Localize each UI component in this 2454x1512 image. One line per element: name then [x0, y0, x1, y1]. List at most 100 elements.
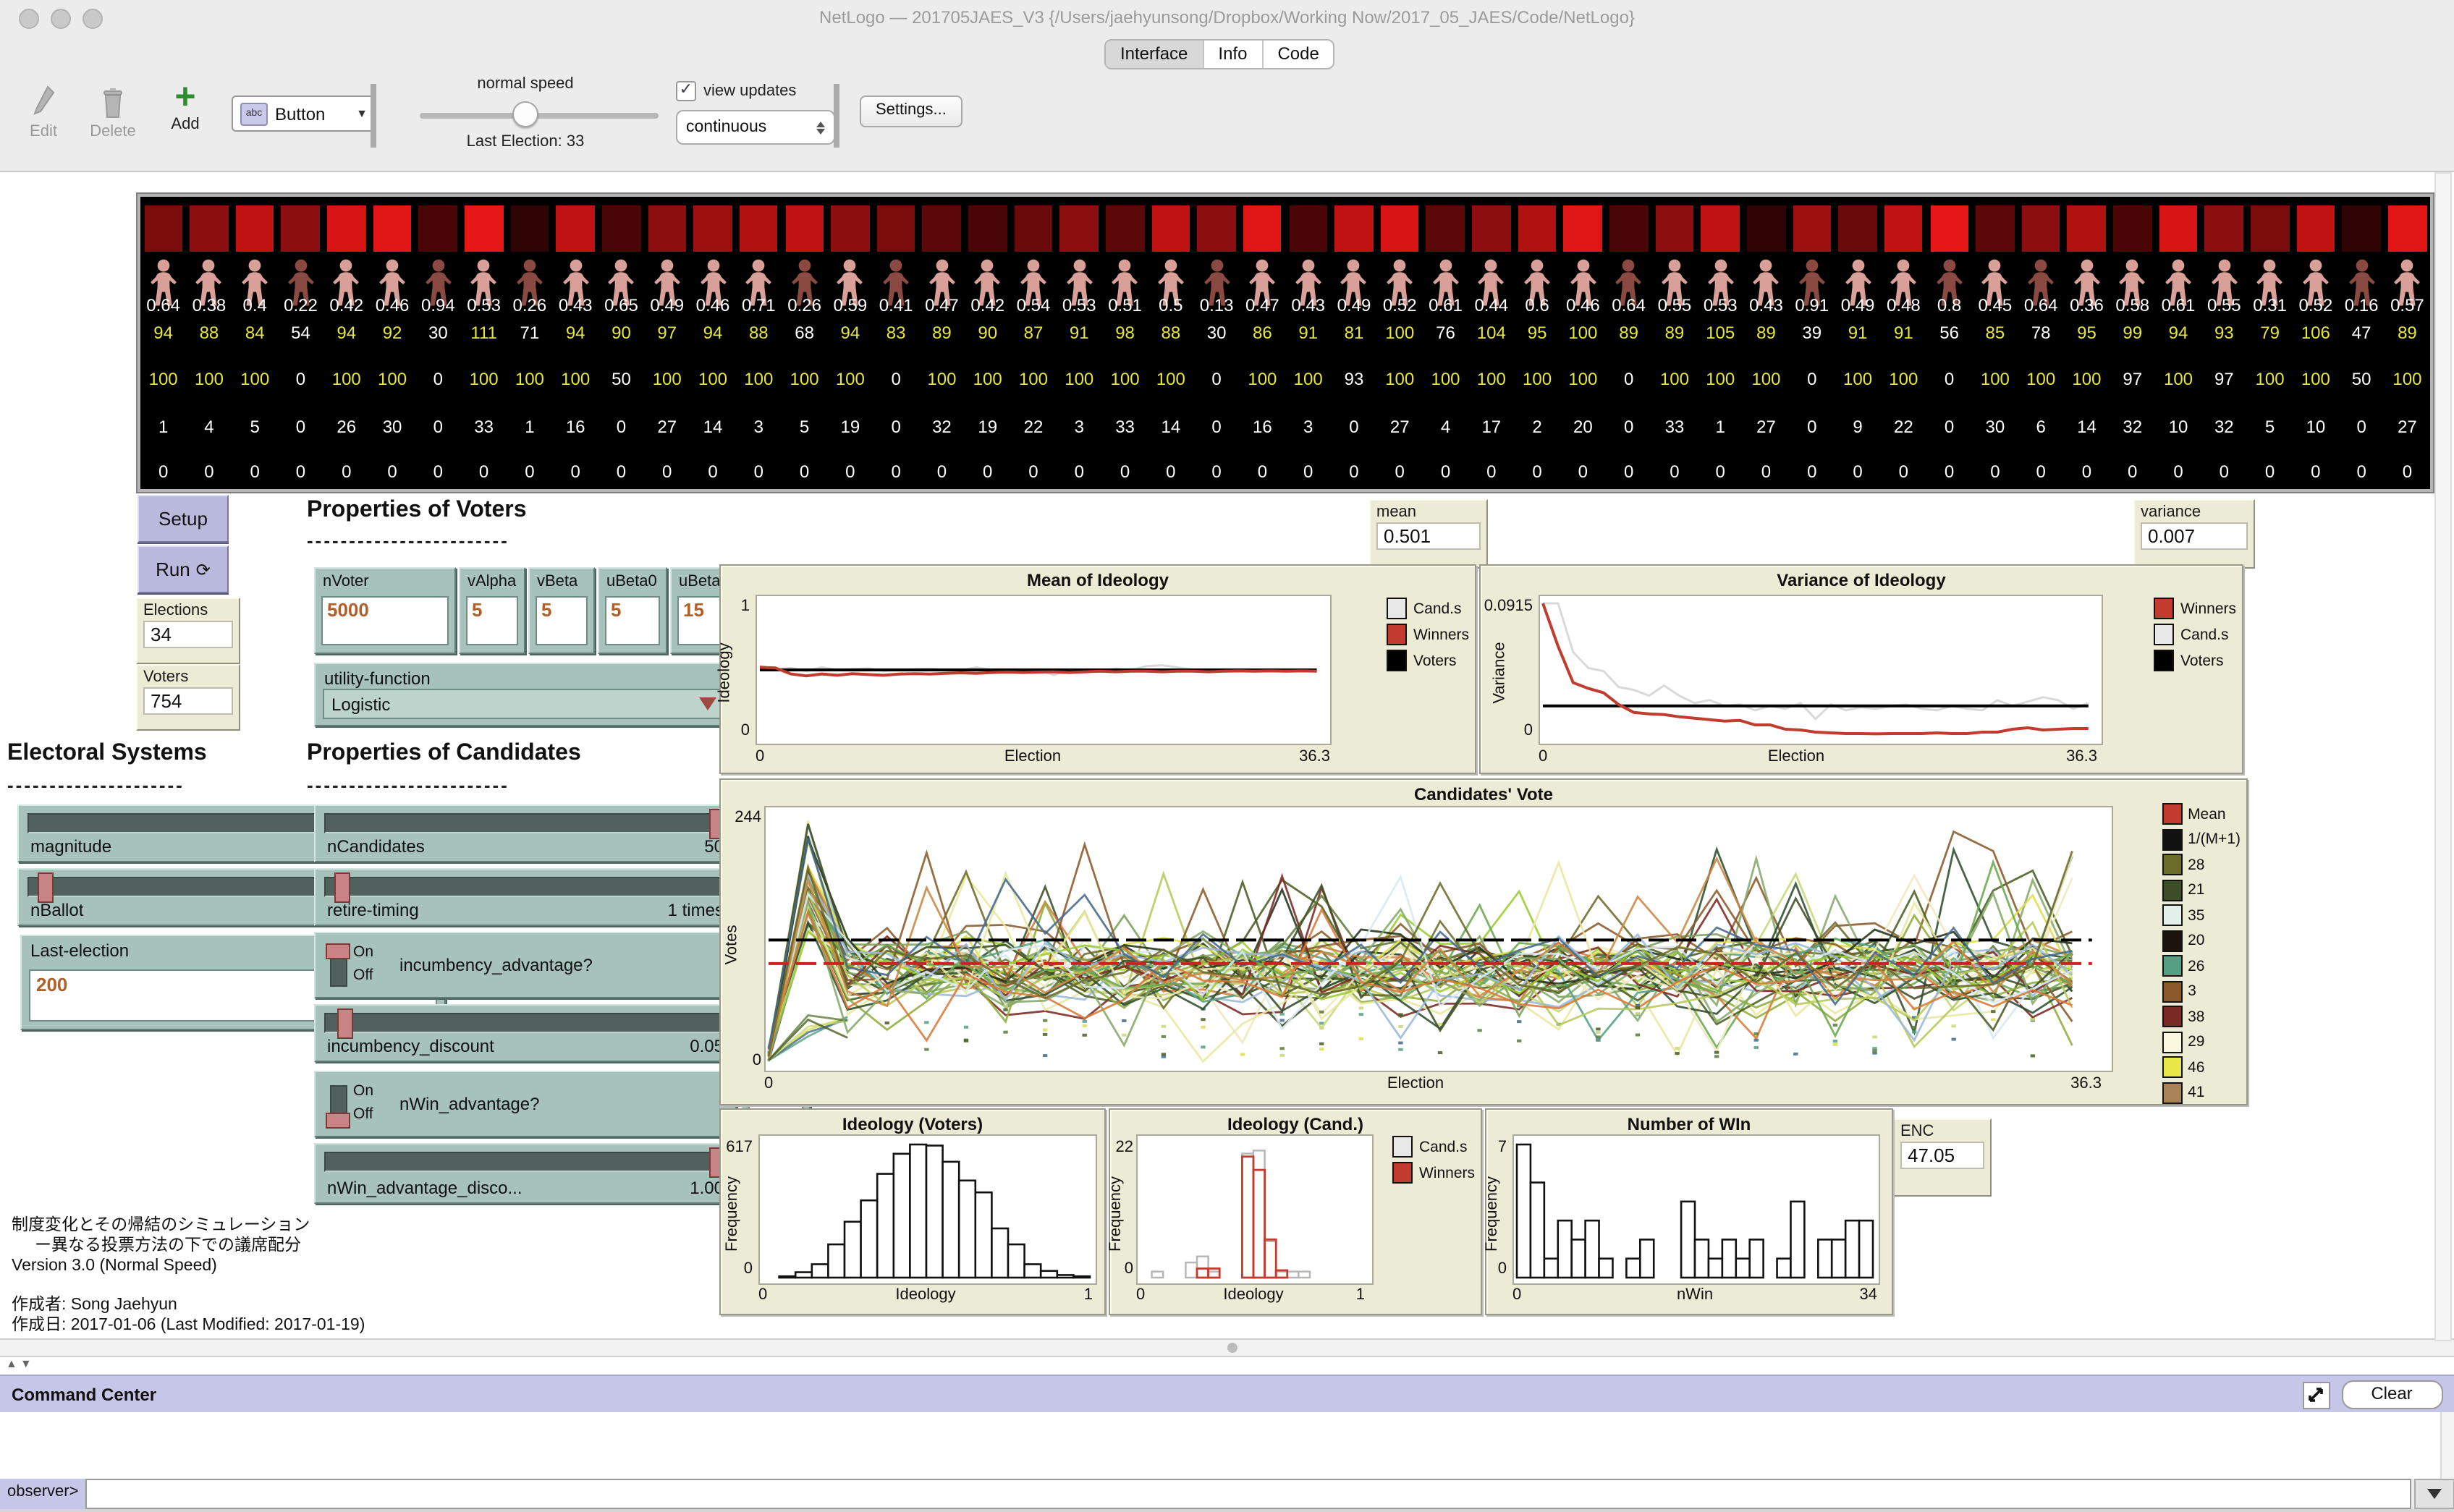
tab-info[interactable]: Info [1203, 41, 1263, 68]
ubeta0-value[interactable]: 5 [605, 596, 660, 645]
valpha-value[interactable]: 5 [466, 596, 518, 645]
view-candidate-column: 0.48410050 [232, 197, 278, 489]
stepper-arrows-icon [816, 121, 825, 134]
speed-slider[interactable] [420, 113, 659, 119]
variance-plot-svg [1540, 596, 2099, 741]
legend-label: 28 [2188, 856, 2204, 873]
expand-icon[interactable] [2302, 1381, 2330, 1409]
legend-swatch [2162, 1031, 2182, 1053]
command-input[interactable] [85, 1479, 2411, 1509]
retire-timing-slider-handle[interactable] [334, 872, 350, 903]
view-candidate-column: 0.9430000 [415, 197, 461, 489]
utility-function-value-box[interactable]: Logistic [323, 689, 725, 719]
incumbency-discount-track[interactable] [324, 1013, 727, 1033]
tab-interface[interactable]: Interface [1106, 41, 1203, 68]
votes-plot-ymin: 0 [724, 1052, 761, 1069]
legend-swatch [2162, 955, 2182, 977]
delete-button[interactable]: Delete [81, 84, 145, 140]
view-updates-checkbox[interactable]: ✓ view updates [676, 81, 796, 101]
hist-cands-legend: Cand.sWinners [1393, 1136, 1475, 1184]
world-view: 0.6494100100.3888100400.484100500.225400… [137, 194, 2433, 492]
view-candidate-column: 0.4789100320 [919, 197, 965, 489]
view-candidate-column: 0.65905000 [598, 197, 644, 489]
hist-voters-svg [760, 1136, 1093, 1280]
vertical-scrollbar[interactable] [2434, 172, 2451, 1341]
splitter-arrows[interactable]: ▲▼ [6, 1357, 35, 1370]
legend-label: 21 [2188, 881, 2204, 899]
view-candidate-column: 0.499110090 [1835, 197, 1880, 489]
mean-plot-ylabel: Ideology [716, 642, 734, 702]
incumbency-discount-handle[interactable] [338, 1008, 354, 1039]
tab-code[interactable]: Code [1263, 41, 1333, 68]
nvoter-input[interactable]: nVoter 5000 [314, 567, 456, 654]
nwin-advantage-switch[interactable]: OnOff nWin_advantage? [314, 1071, 737, 1137]
legend-label: 29 [2188, 1033, 2204, 1050]
legend-label: Cand.s [1419, 1138, 1468, 1155]
variance-plot-xmax: 36.3 [2066, 748, 2097, 765]
history-dropdown[interactable] [2413, 1479, 2454, 1509]
legend-item: 29 [2162, 1031, 2241, 1053]
nwin-advantage-discount-track[interactable] [324, 1152, 727, 1172]
legend-label: 20 [2188, 932, 2204, 949]
incumbency-discount-slider[interactable]: incumbency_discount0.05 [314, 1004, 737, 1062]
update-mode-dropdown[interactable]: continuous [676, 110, 835, 145]
view-candidate-column: 0.718810030 [736, 197, 782, 489]
seat-square [1838, 205, 1877, 252]
seat-square [2159, 205, 2197, 252]
seat-square [510, 205, 549, 252]
seat-square [968, 205, 1007, 252]
legend-item: Cand.s [1393, 1136, 1475, 1158]
legend-item: 41 [2162, 1082, 2241, 1103]
view-updates-label: view updates [703, 82, 796, 100]
view-votes-value: 89 [2373, 323, 2442, 343]
vbeta-input[interactable]: vBeta 5 [528, 567, 595, 654]
clear-button[interactable]: Clear [2341, 1380, 2442, 1409]
nballot-slider-handle[interactable] [37, 872, 53, 903]
enc-monitor-value: 47.05 [1900, 1142, 1984, 1169]
nvoter-value[interactable]: 5000 [321, 596, 449, 645]
scrollbar-knob[interactable] [1227, 1343, 1237, 1353]
legend-swatch [2162, 1082, 2182, 1103]
seat-square [648, 205, 686, 252]
view-candidate-column: 0.5589100330 [1651, 197, 1697, 489]
utility-function-chooser[interactable]: utility-function Logistic [314, 663, 734, 726]
horizontal-scrollbar[interactable] [0, 1338, 2454, 1357]
legend-item: Cand.s [2154, 624, 2236, 645]
variance-monitor: variance 0.007 [2133, 499, 2255, 569]
dropdown-arrow-icon [2427, 1489, 2441, 1499]
legend-swatch [2154, 650, 2175, 671]
speed-slider-thumb[interactable] [512, 101, 538, 127]
output-scrollbar[interactable] [2440, 1412, 2454, 1479]
ncandidates-slider[interactable]: nCandidates50 [314, 804, 737, 862]
run-button[interactable]: Run ⟳ [137, 545, 229, 593]
incumbency-advantage-handle[interactable] [326, 943, 350, 959]
add-widget-button[interactable]: + Add [153, 78, 217, 133]
seat-square [1014, 205, 1052, 252]
settings-button[interactable]: Settings... [860, 95, 962, 127]
retire-timing-slider[interactable]: retire-timing1 times [314, 868, 737, 926]
command-center-output[interactable] [0, 1412, 2454, 1480]
title-bar: NetLogo — 201705JAES_V3 {/Users/jaehyuns… [0, 0, 2454, 38]
legend-item: 1/(M+1) [2162, 828, 2241, 850]
elections-monitor: Elections 34 [136, 598, 240, 664]
nwin-advantage-handle[interactable] [326, 1113, 350, 1129]
run-label: Run [156, 558, 190, 580]
incumbency-advantage-switch[interactable]: OnOff incumbency_advantage? [314, 932, 737, 998]
valpha-input[interactable]: vAlpha 5 [459, 567, 525, 654]
vbeta-value[interactable]: 5 [536, 596, 588, 645]
view-candidate-column: 0.4692100300 [369, 197, 415, 489]
legend-item: 26 [2162, 955, 2241, 977]
note-title-jp: 制度変化とその帰結のシミュレーション [12, 1215, 365, 1236]
ncandidates-slider-track[interactable] [324, 813, 727, 833]
view-candidate-column: 0.6194100100 [2155, 197, 2201, 489]
view-candidate-column: 0.617610040 [1423, 197, 1468, 489]
view-candidate-column: 0.4389100270 [1743, 197, 1789, 489]
seat-square [2343, 205, 2381, 252]
retire-timing-slider-track[interactable] [324, 877, 727, 897]
edit-button[interactable]: Edit [12, 84, 75, 140]
nwin-advantage-discount-slider[interactable]: nWin_advantage_disco...1.00 [314, 1143, 737, 1204]
seat-square [740, 205, 778, 252]
setup-button[interactable]: Setup [137, 495, 229, 543]
ubeta0-input[interactable]: uBeta0 5 [598, 567, 667, 654]
widget-type-dropdown[interactable]: abc Button ▼ [232, 95, 376, 132]
